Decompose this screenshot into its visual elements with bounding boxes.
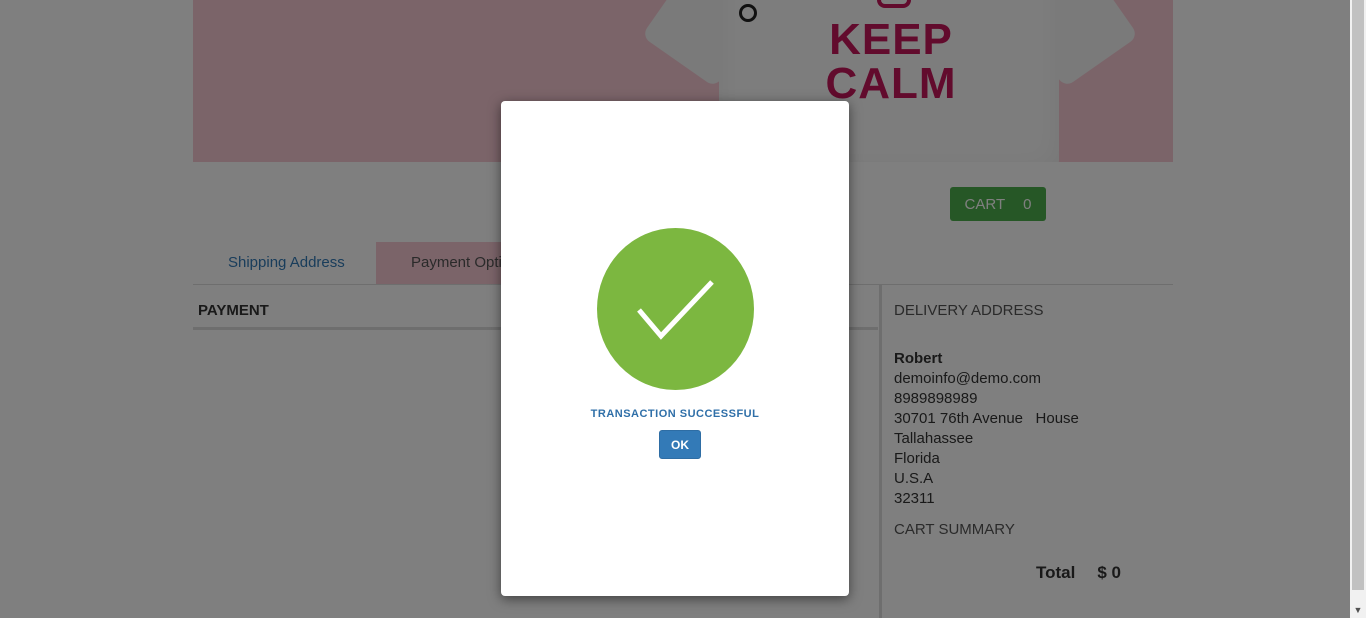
vertical-scrollbar[interactable]: ▼ xyxy=(1350,0,1366,618)
scrollbar-thumb[interactable] xyxy=(1352,0,1364,590)
ok-button[interactable]: OK xyxy=(659,430,701,459)
success-check-icon xyxy=(597,228,754,390)
transaction-modal: TRANSACTION SUCCESSFUL OK xyxy=(501,101,849,596)
transaction-message: TRANSACTION SUCCESSFUL xyxy=(590,408,760,420)
scroll-down-icon[interactable]: ▼ xyxy=(1350,602,1366,618)
